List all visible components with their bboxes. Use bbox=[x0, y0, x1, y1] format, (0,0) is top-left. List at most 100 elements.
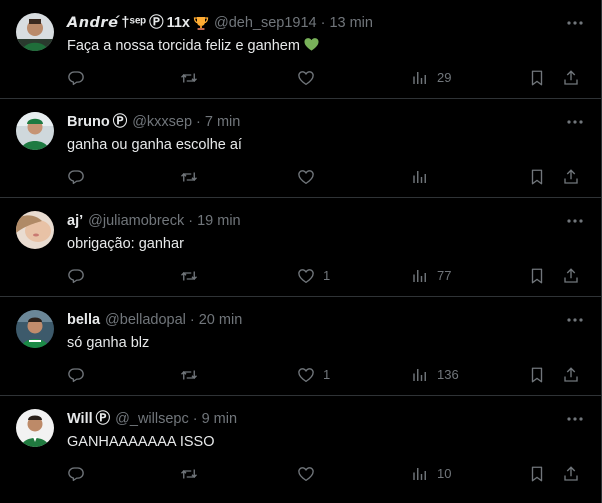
bookmark-button[interactable] bbox=[528, 167, 546, 187]
avatar-image bbox=[16, 112, 54, 150]
share-button[interactable] bbox=[562, 365, 580, 385]
share-button[interactable] bbox=[562, 464, 580, 484]
display-name-badge: Ⓟ bbox=[112, 114, 128, 130]
like-button[interactable]: 1 bbox=[297, 365, 330, 385]
tweet-text: obrigação: ganhar bbox=[67, 236, 184, 252]
repost-button[interactable] bbox=[180, 365, 206, 385]
views-button[interactable]: 10 bbox=[411, 464, 451, 484]
tweet-reply[interactable]: aj’ @juliamobreck · 19 min obrigação: ga… bbox=[0, 198, 601, 297]
bookmark-button[interactable] bbox=[528, 365, 546, 385]
reply-button[interactable] bbox=[67, 464, 93, 484]
tweet-header: 𝘼𝙣𝙙𝙧𝙚́ †ˢᵉᵖ Ⓟ 11x @deh_sep1914 · 13 min bbox=[67, 14, 373, 32]
views-count: 136 bbox=[437, 367, 459, 382]
display-name[interactable]: Bruno bbox=[67, 113, 110, 131]
share-button[interactable] bbox=[562, 266, 580, 286]
timestamp[interactable]: 19 min bbox=[197, 212, 241, 230]
timestamp[interactable]: 13 min bbox=[329, 14, 373, 32]
views-count: 10 bbox=[437, 466, 452, 481]
display-name-suffix: †ˢᵉᵖ bbox=[121, 15, 147, 31]
reply-icon bbox=[68, 71, 84, 86]
more-icon bbox=[567, 120, 583, 124]
more-button[interactable] bbox=[565, 13, 585, 33]
reply-button[interactable] bbox=[67, 266, 93, 286]
views-count: 29 bbox=[437, 70, 452, 85]
reply-button[interactable] bbox=[67, 167, 93, 187]
avatar[interactable] bbox=[16, 409, 54, 447]
tweet-reply[interactable]: 𝘼𝙣𝙙𝙧𝙚́ †ˢᵉᵖ Ⓟ 11x @deh_sep1914 · 13 min bbox=[0, 0, 601, 99]
display-name[interactable]: 𝘼𝙣𝙙𝙧𝙚́ bbox=[67, 14, 118, 32]
tweet-text: GANHAAAAAAA ISSO bbox=[67, 434, 215, 450]
bookmark-icon bbox=[531, 169, 543, 185]
share-button[interactable] bbox=[562, 167, 580, 187]
views-icon bbox=[413, 369, 426, 381]
like-button[interactable] bbox=[297, 167, 323, 187]
share-icon bbox=[564, 70, 578, 85]
handle[interactable]: @juliamobreck bbox=[88, 212, 184, 230]
tweet-reply[interactable]: Will Ⓟ @_willsepc · 9 min GANHAAAAAAA IS… bbox=[0, 396, 601, 495]
bookmark-button[interactable] bbox=[528, 464, 546, 484]
avatar-image bbox=[16, 310, 54, 348]
separator-dot: · bbox=[189, 312, 195, 328]
reply-feed: 𝘼𝙣𝙙𝙧𝙚́ †ˢᵉᵖ Ⓟ 11x @deh_sep1914 · 13 min bbox=[0, 0, 602, 503]
more-button[interactable] bbox=[565, 211, 585, 231]
avatar[interactable] bbox=[16, 211, 54, 249]
green-heart-icon bbox=[304, 37, 319, 52]
repost-button[interactable] bbox=[180, 68, 206, 88]
views-button[interactable]: 136 bbox=[411, 365, 459, 385]
like-button[interactable]: 1 bbox=[297, 266, 330, 286]
more-button[interactable] bbox=[565, 310, 585, 330]
handle[interactable]: @deh_sep1914 bbox=[214, 14, 317, 32]
share-button[interactable] bbox=[562, 68, 580, 88]
views-button[interactable]: 29 bbox=[411, 68, 451, 88]
display-name[interactable]: Will bbox=[67, 410, 93, 428]
reply-icon bbox=[68, 368, 84, 383]
timestamp[interactable]: 20 min bbox=[199, 311, 243, 329]
tweet-actions: 29 bbox=[0, 68, 602, 88]
handle[interactable]: @kxxsep bbox=[132, 113, 192, 131]
more-button[interactable] bbox=[565, 409, 585, 429]
repost-button[interactable] bbox=[180, 266, 206, 286]
avatar[interactable] bbox=[16, 13, 54, 51]
handle[interactable]: @belladopal bbox=[105, 311, 186, 329]
bookmark-icon bbox=[531, 367, 543, 383]
more-icon bbox=[567, 318, 583, 322]
repost-button[interactable] bbox=[180, 167, 206, 187]
more-icon bbox=[567, 21, 583, 25]
views-icon bbox=[413, 270, 426, 282]
bookmark-icon bbox=[531, 466, 543, 482]
separator-dot: · bbox=[188, 213, 194, 229]
more-icon bbox=[567, 219, 583, 223]
views-button[interactable] bbox=[411, 167, 437, 187]
timestamp[interactable]: 7 min bbox=[205, 113, 240, 131]
display-name-extra: 11x bbox=[166, 15, 190, 31]
like-button[interactable] bbox=[297, 68, 323, 88]
repost-button[interactable] bbox=[180, 464, 206, 484]
bookmark-button[interactable] bbox=[528, 68, 546, 88]
heart-icon bbox=[298, 467, 314, 482]
avatar-image bbox=[16, 211, 54, 249]
repost-icon bbox=[181, 73, 197, 83]
like-button[interactable] bbox=[297, 464, 323, 484]
tweet-actions bbox=[0, 167, 602, 187]
avatar[interactable] bbox=[16, 112, 54, 150]
handle[interactable]: @_willsepc bbox=[115, 410, 189, 428]
more-button[interactable] bbox=[565, 112, 585, 132]
display-name[interactable]: bella bbox=[67, 311, 100, 329]
display-name[interactable]: aj’ bbox=[67, 212, 83, 230]
timestamp[interactable]: 9 min bbox=[202, 410, 237, 428]
views-icon bbox=[413, 72, 426, 84]
bookmark-icon bbox=[531, 268, 543, 284]
views-button[interactable]: 77 bbox=[411, 266, 451, 286]
avatar[interactable] bbox=[16, 310, 54, 348]
bookmark-icon bbox=[531, 70, 543, 86]
tweet-reply[interactable]: bella @belladopal · 20 min só ganha blz bbox=[0, 297, 601, 396]
bookmark-button[interactable] bbox=[528, 266, 546, 286]
heart-icon bbox=[298, 71, 314, 86]
share-icon bbox=[564, 268, 578, 283]
views-icon bbox=[413, 171, 426, 183]
reply-button[interactable] bbox=[67, 68, 93, 88]
reply-icon bbox=[68, 467, 84, 482]
tweet-actions: 10 bbox=[0, 464, 602, 484]
reply-button[interactable] bbox=[67, 365, 93, 385]
tweet-reply[interactable]: Bruno Ⓟ @kxxsep · 7 min ganha ou ganha e… bbox=[0, 99, 601, 198]
